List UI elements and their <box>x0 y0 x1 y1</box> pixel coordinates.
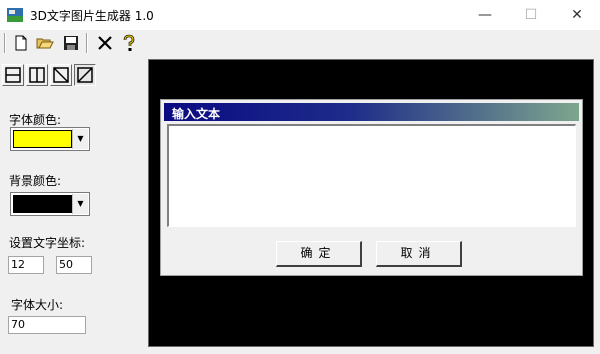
window-title: 3D文字图片生成器 1.0 <box>30 9 154 23</box>
toolbar-separator <box>4 33 6 53</box>
dialog-title: 输入文本 <box>172 107 221 121</box>
new-file-icon[interactable] <box>11 33 31 53</box>
font-size-label: 字体大小: <box>11 298 64 312</box>
close-button[interactable]: ✕ <box>554 0 600 30</box>
diagonal-down-icon <box>53 67 69 83</box>
cancel-button[interactable]: 取消 <box>376 241 462 267</box>
mode-vertical-button[interactable] <box>26 64 48 86</box>
coords-label: 设置文字坐标: <box>9 236 86 250</box>
ok-button[interactable]: 确定 <box>276 241 362 267</box>
minimize-button[interactable]: — <box>462 0 508 30</box>
delete-icon[interactable] <box>95 33 115 53</box>
toolbar-separator <box>86 33 88 53</box>
horizontal-split-icon <box>5 67 21 83</box>
mode-diagonal-down-button[interactable] <box>50 64 72 86</box>
diagonal-up-icon <box>77 67 93 83</box>
maximize-button[interactable]: ☐ <box>508 0 554 30</box>
font-color-picker[interactable]: ▼ <box>10 127 90 151</box>
mode-diagonal-up-button[interactable] <box>74 64 96 86</box>
save-icon[interactable] <box>61 33 81 53</box>
font-size-field[interactable]: 70 <box>8 316 86 334</box>
bg-color-label: 背景颜色: <box>9 174 62 188</box>
app-icon <box>7 8 23 22</box>
bg-color-swatch <box>13 195 72 213</box>
chevron-down-icon[interactable]: ▼ <box>72 129 88 149</box>
dialog-title-bar: 输入文本 <box>164 103 579 121</box>
chevron-down-icon[interactable]: ▼ <box>72 194 88 214</box>
open-folder-icon[interactable] <box>35 33 55 53</box>
font-color-swatch <box>13 130 72 148</box>
bg-color-picker[interactable]: ▼ <box>10 192 90 216</box>
input-text-dialog: 输入文本 确定 取消 <box>160 99 583 276</box>
mode-horizontal-button[interactable] <box>2 64 24 86</box>
dialog-text-area[interactable] <box>167 124 576 227</box>
coord-y-field[interactable]: 50 <box>56 256 92 274</box>
font-color-label: 字体颜色: <box>9 113 62 127</box>
vertical-split-icon <box>29 67 45 83</box>
coord-x-field[interactable]: 12 <box>8 256 44 274</box>
title-bar: 3D文字图片生成器 1.0 — ☐ ✕ <box>0 0 600 30</box>
help-icon[interactable] <box>119 33 139 53</box>
toolbar <box>0 30 600 57</box>
